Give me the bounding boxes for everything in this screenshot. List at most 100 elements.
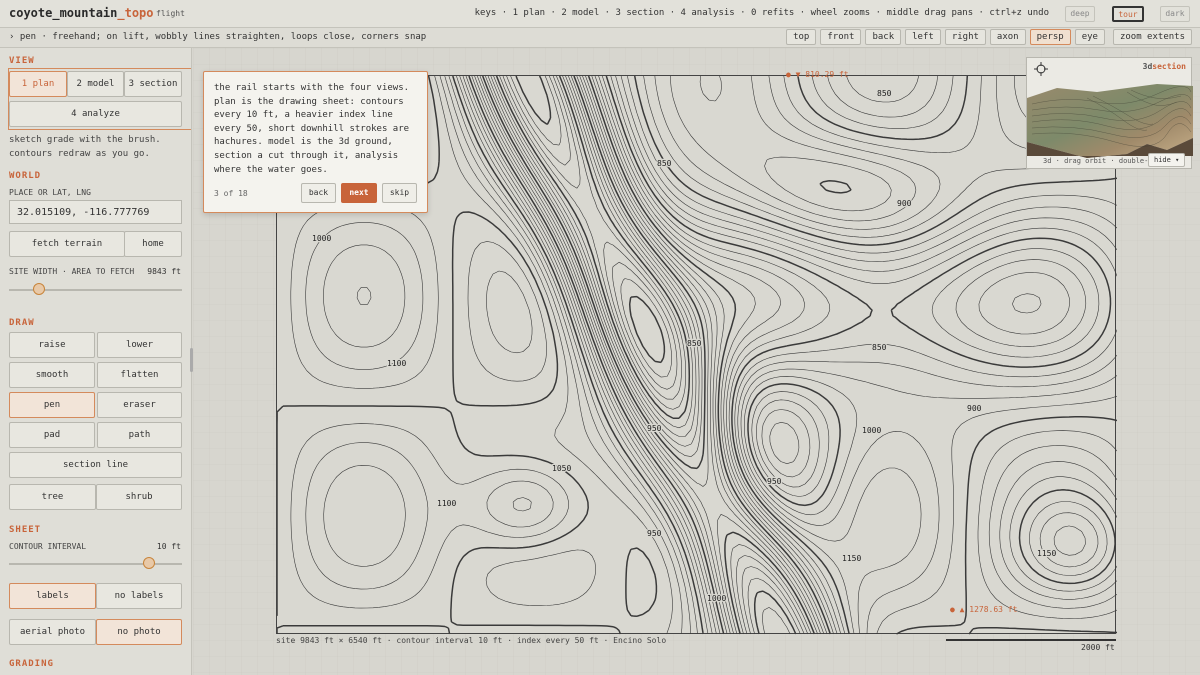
top-bar: coyote_mountain_topo flight keys · 1 pla… <box>0 0 1200 28</box>
contour-line <box>1039 512 1099 568</box>
view-buttons: top front back left right axon persp eye… <box>786 29 1192 45</box>
view-back-button[interactable]: back <box>865 29 902 45</box>
contour-label: 850 <box>657 159 672 168</box>
contour-label: 950 <box>647 529 662 538</box>
contour-label: 900 <box>967 404 982 413</box>
app-title-main: coyote_mountain <box>9 6 118 20</box>
place-label: PLACE OR LAT, LNG <box>9 188 91 197</box>
site-width-slider[interactable] <box>33 283 45 295</box>
app-title: coyote_mountain_topo <box>9 6 154 20</box>
inset-hide-button[interactable]: hide ▾ <box>1148 153 1186 167</box>
deep-mode-button[interactable]: deep <box>1065 6 1095 22</box>
contour-label: 1100 <box>387 359 406 368</box>
contour-label: 950 <box>647 424 662 433</box>
view-section-title: VIEW <box>9 56 35 66</box>
contour-line <box>456 76 1100 635</box>
sidebar: VIEW 1 plan 2 model 3 section 4 analyze … <box>0 48 192 675</box>
app-subtitle: flight <box>156 9 185 18</box>
sketch-hint: sketch grade with the brush. contours re… <box>9 133 189 161</box>
view-persp-button[interactable]: persp <box>1029 29 1071 45</box>
no-photo-button[interactable]: no photo <box>96 619 182 645</box>
contour-line <box>1053 525 1086 556</box>
contour-line <box>323 76 1117 635</box>
tour-text: the rail starts with the four views. pla… <box>214 83 410 175</box>
contour-line <box>459 76 1087 635</box>
plan-view-button[interactable]: 1 plan <box>9 71 67 97</box>
crosshair-icon[interactable] <box>1034 62 1048 76</box>
contour-label: 900 <box>897 199 912 208</box>
sketch-hint-line-2: contours redraw as you go. <box>9 149 150 159</box>
tool-status-bar: › pen · freehand; on lift, wobbly lines … <box>0 28 1200 48</box>
keyboard-shortcuts: keys · 1 plan · 2 model · 3 section · 4 … <box>474 8 1049 18</box>
view-axon-button[interactable]: axon <box>989 29 1026 45</box>
tour-step-counter: 3 of 18 <box>214 189 248 198</box>
tree-button[interactable]: tree <box>9 484 96 510</box>
path-tool-button[interactable]: path <box>97 422 182 448</box>
contour-label: 850 <box>877 89 892 98</box>
contour-line <box>499 76 791 635</box>
contour-label: 1100 <box>437 499 456 508</box>
contour-label: 1000 <box>312 234 331 243</box>
contour-line <box>323 76 1117 600</box>
tour-skip-button[interactable]: skip <box>382 183 417 203</box>
draw-section-title: DRAW <box>9 318 35 328</box>
view-left-button[interactable]: left <box>905 29 941 45</box>
lower-tool-button[interactable]: lower <box>97 332 182 358</box>
contour-label: 1150 <box>842 554 861 563</box>
inset-label-accent: section <box>1152 62 1186 71</box>
inset-label-prefix: 3d <box>1142 62 1153 71</box>
section-view-button[interactable]: 3 section <box>124 71 182 97</box>
view-top-button[interactable]: top <box>786 29 817 45</box>
dark-mode-button[interactable]: dark <box>1160 6 1190 22</box>
labels-button[interactable]: labels <box>9 583 96 609</box>
flatten-tool-button[interactable]: flatten <box>97 362 182 388</box>
tour-mode-button[interactable]: tour <box>1112 6 1144 22</box>
eraser-tool-button[interactable]: eraser <box>97 392 182 418</box>
contour-line <box>495 76 797 635</box>
tour-back-button[interactable]: back <box>301 183 336 203</box>
contour-label: 950 <box>767 477 782 486</box>
site-width-label: SITE WIDTH · AREA TO FETCH <box>9 267 135 276</box>
grading-section-title: GRADING <box>9 659 54 669</box>
inset-label: 3dsection <box>1143 62 1186 71</box>
sketch-hint-line-1: sketch grade with the brush. <box>9 135 161 145</box>
contour-label: 1000 <box>862 426 881 435</box>
latlng-input[interactable] <box>9 200 182 224</box>
analyze-view-button[interactable]: 4 analyze <box>9 101 182 127</box>
section-line-button[interactable]: section line <box>9 452 182 478</box>
pen-tool-button[interactable]: pen <box>9 392 95 418</box>
pad-tool-button[interactable]: pad <box>9 422 95 448</box>
smooth-tool-button[interactable]: smooth <box>9 362 95 388</box>
view-right-button[interactable]: right <box>944 29 986 45</box>
app-title-accent: _topo <box>117 6 154 20</box>
contour-label: 850 <box>687 339 702 348</box>
contour-interval-label: CONTOUR INTERVAL <box>9 542 87 551</box>
no-labels-button[interactable]: no labels <box>96 583 182 609</box>
tour-popover: the rail starts with the four views. pla… <box>203 71 428 213</box>
tour-next-button[interactable]: next <box>341 183 377 203</box>
sheet-section-title: SHEET <box>9 525 42 535</box>
home-button[interactable]: home <box>124 231 182 257</box>
aerial-photo-button[interactable]: aerial photo <box>9 619 96 645</box>
contour-label: 1000 <box>707 594 726 603</box>
sheet-footer: site 9843 ft × 6540 ft · contour interva… <box>276 636 667 645</box>
contour-interval-slider[interactable] <box>143 557 155 569</box>
view-eye-button[interactable]: eye <box>1074 29 1105 45</box>
contour-line <box>506 76 678 390</box>
high-point-marker: ● ▲ 1278.63 ft <box>950 605 1018 614</box>
contour-label: 1050 <box>552 464 571 473</box>
contour-line <box>465 76 1042 635</box>
tool-status-text: › pen · freehand; on lift, wobbly lines … <box>9 32 427 42</box>
world-section-title: WORLD <box>9 171 42 181</box>
scale-label: 2000 ft <box>1081 643 1115 652</box>
model-view-button[interactable]: 2 model <box>67 71 124 97</box>
raise-tool-button[interactable]: raise <box>9 332 95 358</box>
fetch-terrain-button[interactable]: fetch terrain <box>9 231 125 257</box>
contour-slider-track <box>9 563 182 565</box>
view-front-button[interactable]: front <box>820 29 862 45</box>
zoom-extents-button[interactable]: zoom extents <box>1112 29 1192 45</box>
shrub-button[interactable]: shrub <box>96 484 182 510</box>
contour-line <box>819 180 1116 585</box>
contour-label: 1150 <box>1037 549 1056 558</box>
low-point-marker: ● ▼ 810.29 ft <box>786 70 849 79</box>
